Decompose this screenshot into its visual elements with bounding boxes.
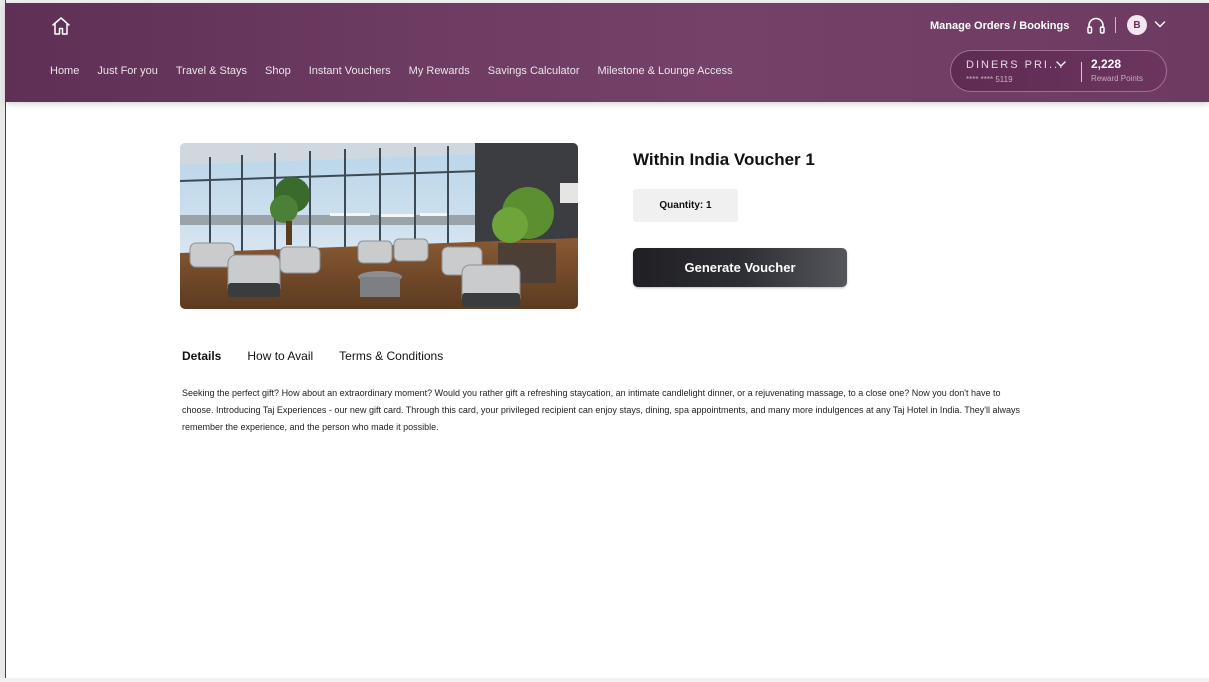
nav-item-just-for-you[interactable]: Just For you — [97, 65, 158, 77]
tab-how-to-avail[interactable]: How to Avail — [247, 349, 313, 363]
tab-terms-conditions[interactable]: Terms & Conditions — [339, 349, 443, 363]
main-nav: Home Just For you Travel & Stays Shop In… — [50, 65, 751, 77]
window-bottom-edge — [0, 678, 1209, 682]
product-title: Within India Voucher 1 — [633, 150, 815, 169]
nav-item-savings-calculator[interactable]: Savings Calculator — [488, 65, 580, 77]
headset-icon[interactable] — [1085, 15, 1107, 37]
nav-item-instant-vouchers[interactable]: Instant Vouchers — [309, 65, 391, 77]
avatar[interactable]: B — [1127, 15, 1147, 35]
window-left-edge — [0, 0, 6, 682]
chevron-down-icon[interactable] — [1154, 19, 1166, 29]
card-chevron-down-icon[interactable] — [1056, 60, 1066, 68]
nav-item-milestone-lounge[interactable]: Milestone & Lounge Access — [598, 65, 733, 77]
detail-tabs: Details How to Avail Terms & Conditions — [182, 349, 469, 363]
top-header: Home Just For you Travel & Stays Shop In… — [6, 3, 1209, 102]
nav-item-travel-stays[interactable]: Travel & Stays — [176, 65, 247, 77]
card-selector[interactable]: DINERS PRI... **** **** 5119 2,228 Rewar… — [950, 50, 1167, 92]
home-icon[interactable] — [50, 15, 72, 37]
nav-item-home[interactable]: Home — [50, 65, 79, 77]
product-image — [180, 143, 578, 309]
header-divider — [1115, 17, 1116, 33]
reward-points-label: Reward Points — [1091, 74, 1144, 83]
card-divider — [1081, 62, 1082, 82]
card-number: **** **** 5119 — [966, 75, 1013, 84]
manage-orders-link[interactable]: Manage Orders / Bookings — [930, 20, 1069, 32]
nav-item-shop[interactable]: Shop — [265, 65, 291, 77]
product-description: Seeking the perfect gift? How about an e… — [182, 388, 1021, 432]
nav-item-my-rewards[interactable]: My Rewards — [409, 65, 470, 77]
card-name[interactable]: DINERS PRI... — [966, 59, 1064, 71]
quantity-display: Quantity: 1 — [633, 189, 738, 222]
tab-details[interactable]: Details — [182, 349, 221, 363]
reward-points-value: 2,228 — [1091, 57, 1122, 71]
generate-voucher-button[interactable]: Generate Voucher — [633, 248, 847, 287]
